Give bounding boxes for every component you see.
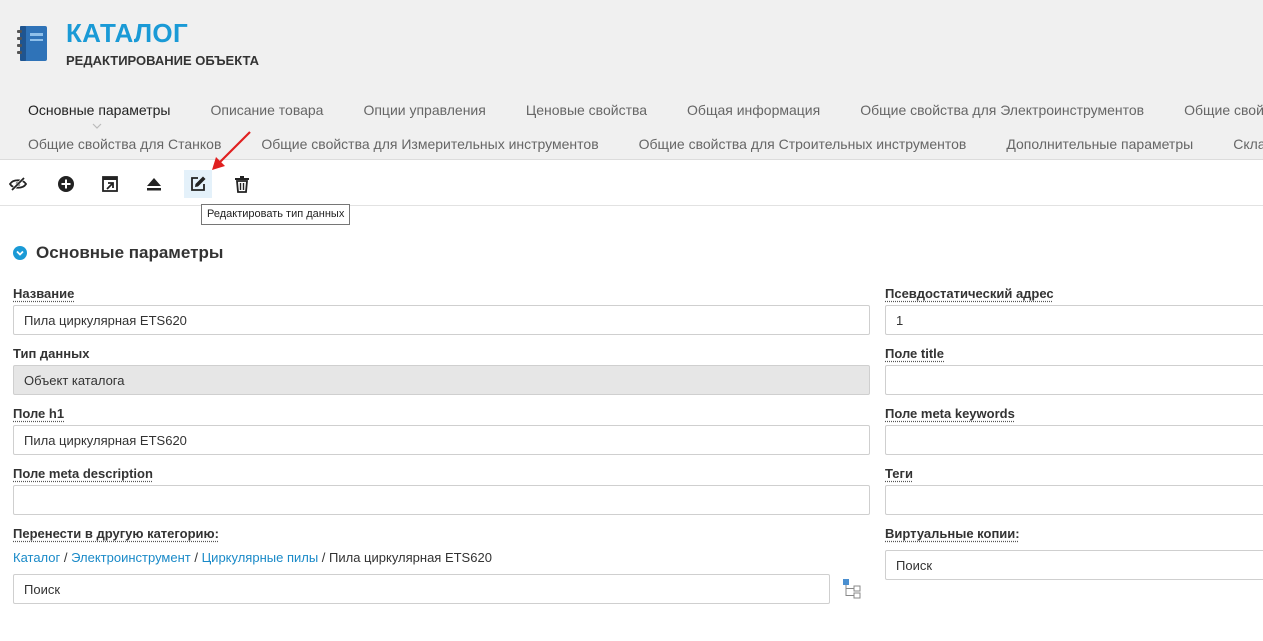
name-input[interactable] (13, 305, 870, 335)
tab-general-props[interactable]: Общие свойства (1184, 102, 1263, 118)
tab-control-options[interactable]: Опции управления (363, 102, 485, 118)
tab-measuring-tools-props[interactable]: Общие свойства для Измерительных инструм… (261, 136, 598, 152)
book-icon (17, 26, 47, 61)
tab-power-tools-props[interactable]: Общие свойства для Электроинструментов (860, 102, 1144, 118)
h1-input[interactable] (13, 425, 870, 455)
data-type-label: Тип данных (13, 346, 90, 361)
eject-button[interactable] (140, 170, 168, 198)
open-external-button[interactable] (96, 170, 124, 198)
alias-label: Псевдостатический адрес (885, 286, 1054, 301)
move-category-label: Перенести в другую категорию: (13, 526, 219, 541)
category-tree-icon[interactable] (842, 578, 864, 600)
name-label: Название (13, 286, 75, 301)
eye-slash-icon (9, 177, 27, 191)
virtual-copies-label: Виртуальные копии: (885, 526, 1020, 541)
breadcrumb: Каталог / Электроинструмент / Циркулярны… (13, 550, 492, 565)
page-subtitle: РЕДАКТИРОВАНИЕ ОБЪЕКТА (66, 53, 259, 68)
meta-description-input[interactable] (13, 485, 870, 515)
breadcrumb-separator: / (190, 550, 202, 565)
eject-icon (147, 178, 161, 191)
breadcrumb-current: Пила циркулярная ETS620 (329, 550, 492, 565)
breadcrumb-link-catalog[interactable]: Каталог (13, 550, 60, 565)
edit-icon (191, 176, 206, 191)
h1-label: Поле h1 (13, 406, 65, 421)
toolbar (0, 160, 1263, 206)
tab-main-params[interactable]: Основные параметры (28, 102, 170, 118)
external-window-icon (102, 176, 118, 192)
plus-circle-icon (58, 176, 74, 192)
meta-keywords-label: Поле meta keywords (885, 406, 1015, 421)
chevron-down-circle-icon (13, 246, 27, 260)
breadcrumb-separator: / (60, 550, 72, 565)
active-tab-caret-icon (92, 123, 102, 129)
virtual-copies-search-input[interactable] (885, 550, 1263, 580)
hide-button[interactable] (4, 170, 32, 198)
tab-additional-params[interactable]: Дополнительные параметры (1006, 136, 1193, 152)
tags-input[interactable] (885, 485, 1263, 515)
breadcrumb-separator: / (318, 550, 330, 565)
app-title: КАТАЛОГ (66, 18, 188, 48)
meta-keywords-input[interactable] (885, 425, 1263, 455)
tab-bar: Основные параметры Описание товара Опции у… (0, 90, 1263, 160)
annotation-arrow-icon (212, 131, 251, 170)
breadcrumb-link-power-tools[interactable]: Электроинструмент (71, 550, 191, 565)
page-header: КАТАЛОГ РЕДАКТИРОВАНИЕ ОБЪЕКТА (0, 0, 1263, 90)
title-field-input[interactable] (885, 365, 1263, 395)
tab-warehouses[interactable]: Склады (1233, 136, 1263, 152)
tab-row-1: Основные параметры Описание товара Опции у… (28, 102, 1263, 122)
tab-price-properties[interactable]: Ценовые свойства (526, 102, 647, 118)
tab-construction-tools-props[interactable]: Общие свойства для Строительных инструме… (639, 136, 967, 152)
section-header[interactable]: Основные параметры (13, 243, 223, 263)
trash-icon (235, 176, 249, 193)
add-button[interactable] (52, 170, 80, 198)
tab-general-info[interactable]: Общая информация (687, 102, 820, 118)
tab-machines-props[interactable]: Общие свойства для Станков (28, 136, 221, 152)
breadcrumb-link-circular-saws[interactable]: Циркулярные пилы (202, 550, 319, 565)
form-content: Основные параметры Название Тип данных П… (0, 206, 1263, 641)
data-type-input (13, 365, 870, 395)
tab-description[interactable]: Описание товара (210, 102, 323, 118)
section-title: Основные параметры (36, 243, 224, 262)
title-field-label: Поле title (885, 346, 945, 361)
tooltip: Редактировать тип данных (201, 204, 351, 225)
tags-label: Теги (885, 466, 913, 481)
category-search-input[interactable] (13, 574, 830, 604)
alias-input[interactable] (885, 305, 1263, 335)
meta-description-label: Поле meta description (13, 466, 153, 481)
